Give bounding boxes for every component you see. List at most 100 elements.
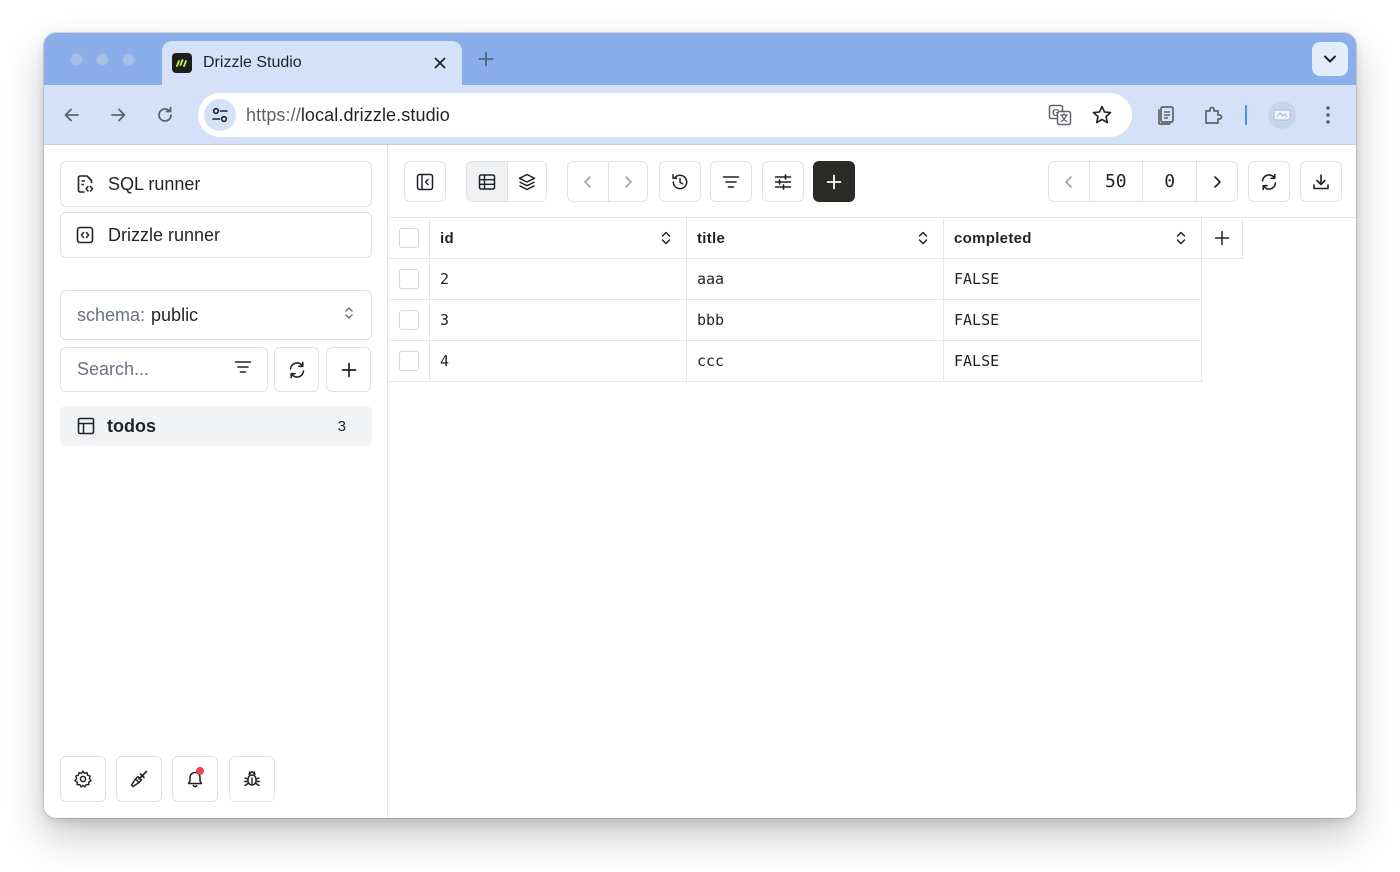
cell-completed[interactable]: FALSE	[944, 341, 1202, 382]
add-column-button[interactable]	[1202, 218, 1243, 259]
gear-icon	[74, 770, 92, 788]
url-scheme: https://	[246, 105, 301, 125]
prev-page-button[interactable]	[1049, 162, 1089, 201]
cell-completed[interactable]: FALSE	[944, 300, 1202, 341]
select-all-checkbox[interactable]	[399, 228, 419, 248]
profile-avatar[interactable]	[1268, 101, 1296, 129]
new-tab-icon[interactable]	[476, 49, 496, 69]
toggle-sidebar-button[interactable]	[404, 161, 446, 202]
settings-button[interactable]	[60, 756, 106, 802]
add-table-button[interactable]	[326, 347, 371, 392]
sql-runner-button[interactable]: SQL runner	[60, 161, 372, 207]
row-checkbox[interactable]	[399, 310, 419, 330]
sort-icon[interactable]	[1175, 230, 1187, 246]
refresh-icon	[1261, 173, 1277, 190]
schema-select[interactable]: schema: public	[60, 290, 372, 340]
sort-icon[interactable]	[917, 230, 929, 246]
reload-icon[interactable]	[153, 103, 177, 127]
cell-id[interactable]: 2	[430, 259, 687, 300]
tab-drizzle-studio[interactable]: Drizzle Studio	[162, 41, 462, 85]
layers-icon	[518, 173, 535, 190]
theme-button[interactable]	[116, 756, 162, 802]
row-select-cell	[389, 300, 430, 341]
offset-field[interactable]: 0	[1142, 162, 1196, 201]
report-bug-button[interactable]	[229, 756, 275, 802]
tab-close-icon[interactable]	[430, 53, 450, 73]
address-bar[interactable]: https://local.drizzle.studio G	[198, 93, 1132, 137]
sidebar-collapse-icon	[416, 173, 434, 190]
app-content: SQL runner Drizzle runner schema: public	[44, 145, 1356, 818]
column-header-completed[interactable]: completed	[944, 218, 1202, 259]
column-header-title[interactable]: title	[687, 218, 944, 259]
sidebar-item-todos[interactable]: todos 3	[60, 406, 372, 446]
column-name: id	[440, 229, 454, 247]
view-mode-toggle	[466, 161, 547, 202]
chevron-left-icon	[1064, 175, 1072, 188]
chevron-left-icon	[583, 175, 591, 188]
history-nav	[567, 161, 648, 202]
tab-search-chevron-icon[interactable]	[1312, 42, 1348, 76]
structure-view-button[interactable]	[506, 162, 547, 201]
bug-icon	[243, 771, 261, 787]
more-vertical-icon[interactable]	[1316, 103, 1340, 127]
table-grid-icon	[478, 173, 495, 190]
filter-button[interactable]	[710, 161, 752, 202]
next-page-button[interactable]	[1196, 162, 1237, 201]
cell-title[interactable]: aaa	[687, 259, 944, 300]
zoom-window-button[interactable]	[122, 53, 135, 66]
download-icon	[1313, 173, 1329, 189]
table-view-button[interactable]	[467, 162, 507, 201]
table-search	[60, 347, 268, 392]
back-arrow-icon[interactable]	[60, 103, 84, 127]
code-square-icon	[75, 225, 95, 245]
add-row-button[interactable]	[813, 161, 855, 202]
plus-icon	[341, 362, 356, 377]
export-button[interactable]	[1300, 161, 1342, 202]
page-size-field[interactable]: 50	[1088, 162, 1142, 201]
chevron-right-icon	[624, 175, 632, 188]
cell-completed[interactable]: FALSE	[944, 259, 1202, 300]
sidebar: SQL runner Drizzle runner schema: public	[44, 145, 388, 818]
schema-value: public	[151, 304, 199, 325]
notifications-button[interactable]	[172, 756, 218, 802]
cell-id[interactable]: 4	[430, 341, 687, 382]
row-select-cell	[389, 341, 430, 382]
history-back-button[interactable]	[568, 162, 608, 201]
history-forward-button[interactable]	[607, 162, 648, 201]
bookmark-star-icon[interactable]	[1090, 103, 1114, 127]
row-checkbox[interactable]	[399, 351, 419, 371]
filter-lines-icon[interactable]	[233, 357, 253, 382]
forward-arrow-icon[interactable]	[106, 103, 130, 127]
table-icon	[76, 416, 96, 436]
schema-label: schema:	[77, 304, 146, 325]
sort-icon[interactable]	[660, 230, 672, 246]
history-icon	[672, 173, 688, 189]
extensions-puzzle-icon[interactable]	[1201, 103, 1225, 127]
column-name: completed	[954, 229, 1032, 247]
plus-icon	[826, 174, 842, 189]
table-row: 3 bbb FALSE	[389, 300, 1202, 341]
main-panel: 50 0 id title completed 2 aaa FALSE 3 bb…	[389, 145, 1356, 818]
site-settings-icon[interactable]	[204, 99, 236, 131]
cell-title[interactable]: ccc	[687, 341, 944, 382]
row-checkbox[interactable]	[399, 269, 419, 289]
drizzle-runner-button[interactable]: Drizzle runner	[60, 212, 372, 258]
filter-lines-icon	[722, 175, 740, 188]
toolbar-separator	[1245, 105, 1247, 125]
refresh-tables-button[interactable]	[274, 347, 319, 392]
cell-id[interactable]: 3	[430, 300, 687, 341]
sql-file-icon	[75, 174, 95, 194]
close-window-button[interactable]	[70, 53, 83, 66]
columns-settings-button[interactable]	[762, 161, 804, 202]
table-search-input[interactable]	[77, 359, 233, 380]
reading-list-icon[interactable]	[1154, 103, 1178, 127]
history-button[interactable]	[659, 161, 701, 202]
column-name: title	[697, 229, 726, 247]
translate-icon[interactable]: G	[1048, 103, 1072, 127]
refresh-data-button[interactable]	[1248, 161, 1290, 202]
header-row: id title completed	[389, 218, 1243, 259]
minimize-window-button[interactable]	[96, 53, 109, 66]
column-header-id[interactable]: id	[430, 218, 687, 259]
cell-title[interactable]: bbb	[687, 300, 944, 341]
select-all-cell	[389, 218, 430, 259]
